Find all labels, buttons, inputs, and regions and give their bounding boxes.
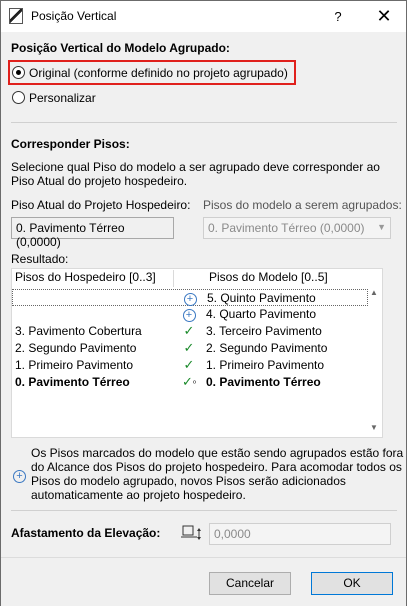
note-line2: do Alcance dos Pisos do projeto hospedei… [31, 460, 402, 474]
title-bar: Posição Vertical ? ✕ [1, 1, 406, 32]
row-host: 0. Pavimento Térreo [15, 375, 130, 389]
check-icon: ✓ [183, 340, 195, 355]
window-title: Posição Vertical [31, 9, 117, 23]
check-icon: ✓ [183, 323, 195, 338]
note-line4: automaticamente ao projeto hospedeiro. [31, 488, 246, 502]
ok-button[interactable]: OK [311, 572, 393, 595]
archicad-icon [9, 8, 23, 24]
current-story-check-icon: ✓⁰ [181, 374, 197, 390]
scroll-up-icon[interactable]: ▲ [367, 288, 381, 297]
row-model: 1. Primeiro Pavimento [206, 358, 325, 372]
plus-circle-icon: + [181, 306, 197, 322]
elevation-reference-icon[interactable] [181, 523, 203, 543]
model-story-value: 0. Pavimento Térreo (0,0000) [208, 221, 365, 235]
results-list[interactable]: Pisos do Hospedeiro [0..3] Pisos do Mode… [11, 268, 383, 438]
radio-original[interactable] [12, 66, 25, 79]
host-story-label: Piso Atual do Projeto Hospedeiro: [11, 198, 191, 212]
radio-custom[interactable] [12, 91, 25, 104]
table-row[interactable]: + 4. Quarto Pavimento [12, 306, 384, 323]
scroll-down-icon[interactable]: ▼ [367, 423, 381, 432]
host-story-value: 0. Pavimento Térreo (0,0000) [16, 221, 125, 249]
dialog-footer: Cancelar OK [1, 557, 406, 606]
vertical-position-heading: Posição Vertical do Modelo Agrupado: [11, 41, 230, 55]
match-description-line2: Piso Atual do projeto hospedeiro. [11, 174, 188, 188]
row-model: 3. Terceiro Pavimento [206, 324, 322, 338]
dialog-window: Posição Vertical ? ✕ Posição Vertical do… [0, 0, 407, 606]
divider [11, 510, 397, 511]
elevation-offset-value: 0,0000 [214, 527, 251, 541]
table-row[interactable]: 2. Segundo Pavimento ✓ 2. Segundo Pavime… [12, 340, 384, 357]
current-marker: ⁰ [192, 379, 197, 388]
divider [11, 122, 397, 123]
elevation-icon [181, 525, 201, 540]
table-row[interactable]: 3. Pavimento Cobertura ✓ 3. Terceiro Pav… [12, 323, 384, 340]
row-model: 2. Segundo Pavimento [206, 341, 328, 355]
row-host: 2. Segundo Pavimento [15, 341, 137, 355]
note-line1: Os Pisos marcados do modelo que estão se… [31, 446, 404, 460]
dialog-content: Posição Vertical do Modelo Agrupado: Ori… [1, 32, 406, 557]
table-row[interactable]: + 5. Quinto Pavimento [12, 289, 368, 306]
info-plus-icon: + [13, 468, 26, 483]
help-button[interactable]: ? [327, 7, 349, 27]
model-story-dropdown[interactable]: 0. Pavimento Térreo (0,0000) ▼ [203, 217, 391, 239]
option-original-label[interactable]: Original (conforme definido no projeto a… [29, 66, 288, 80]
row-model: 4. Quarto Pavimento [206, 307, 317, 321]
col-header-model: Pisos do Modelo [0..5] [209, 270, 328, 284]
option-custom-label[interactable]: Personalizar [29, 91, 96, 105]
col-header-host: Pisos do Hospedeiro [0..3] [12, 270, 174, 287]
cancel-button[interactable]: Cancelar [209, 572, 291, 595]
table-row[interactable]: 0. Pavimento Térreo ✓⁰ 0. Pavimento Térr… [12, 374, 384, 391]
check-mark: ✓ [181, 374, 193, 389]
row-model: 5. Quinto Pavimento [207, 291, 316, 305]
match-description-line1: Selecione qual Piso do modelo a ser agru… [11, 160, 380, 174]
note-line3: Pisos do modelo agrupado, novos Pisos se… [31, 474, 346, 488]
results-scrollbar[interactable]: ▲ ▼ [367, 268, 381, 438]
row-model: 0. Pavimento Térreo [206, 375, 321, 389]
check-icon: ✓ [183, 357, 195, 372]
chevron-down-icon: ▼ [377, 222, 386, 232]
match-stories-heading: Corresponder Pisos: [11, 137, 130, 151]
elevation-offset-input[interactable]: 0,0000 [209, 523, 391, 545]
elevation-offset-label: Afastamento da Elevação: [11, 526, 161, 540]
model-story-label: Pisos do modelo a serem agrupados: [203, 198, 402, 212]
table-row[interactable]: 1. Primeiro Pavimento ✓ 1. Primeiro Pavi… [12, 357, 384, 374]
plus-circle-icon: + [182, 290, 198, 306]
host-story-field: 0. Pavimento Térreo (0,0000) [11, 217, 174, 249]
close-button[interactable]: ✕ [373, 5, 395, 27]
row-host: 3. Pavimento Cobertura [15, 324, 142, 338]
row-host: 1. Primeiro Pavimento [15, 358, 134, 372]
results-label: Resultado: [11, 252, 69, 266]
